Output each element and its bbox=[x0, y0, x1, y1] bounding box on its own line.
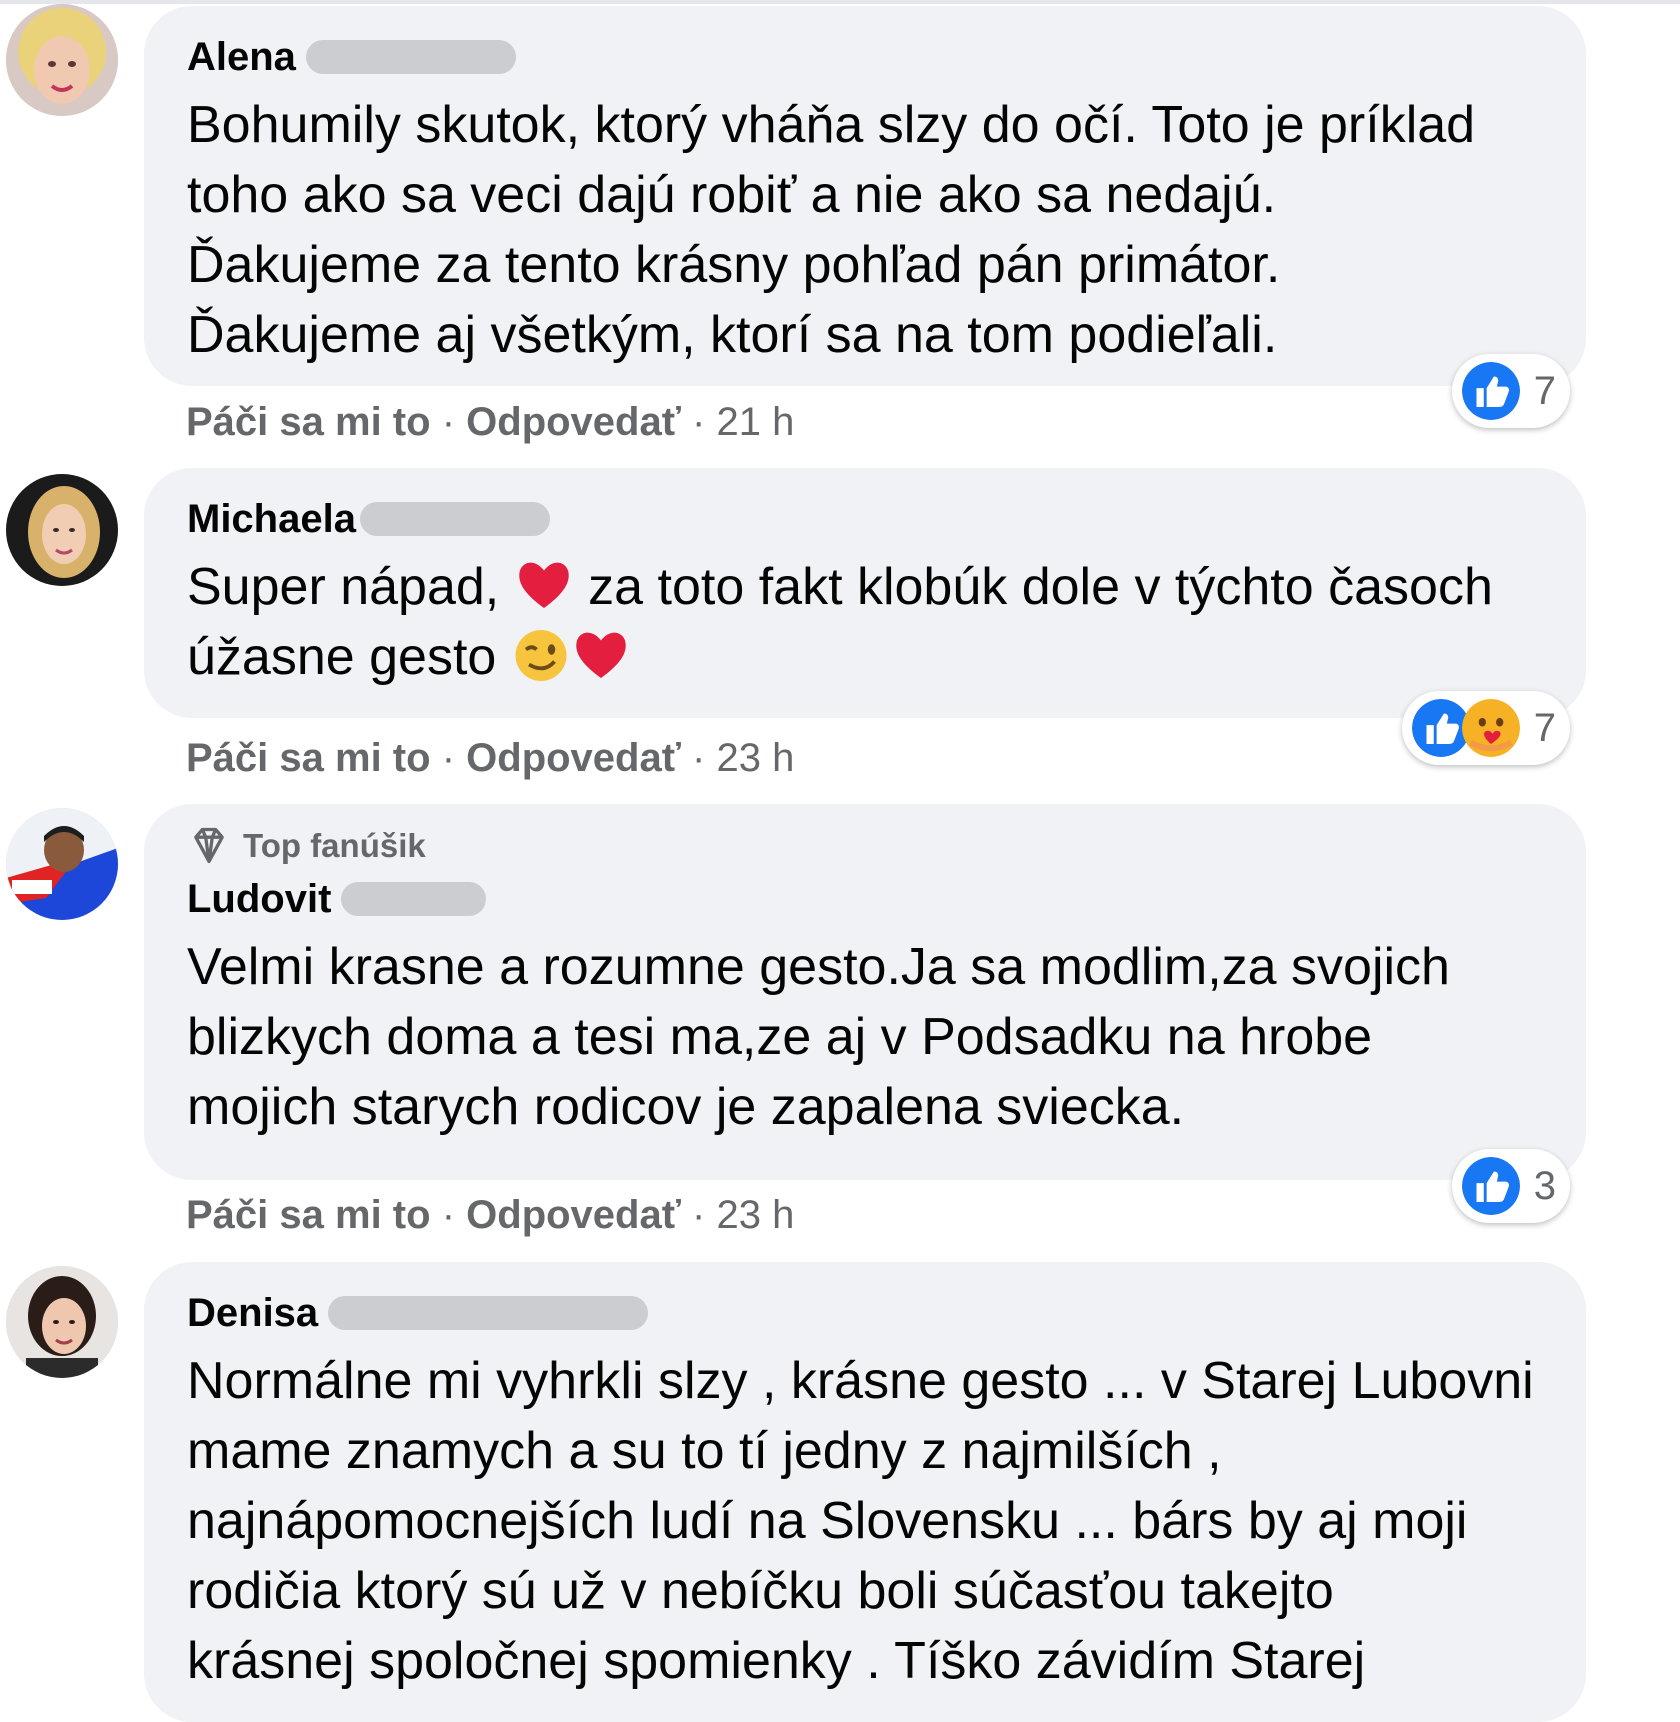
reply-button[interactable]: Odpovedať bbox=[466, 1193, 681, 1237]
avatar[interactable] bbox=[6, 4, 118, 116]
comment-text-part: Super nápad, bbox=[187, 558, 514, 616]
comment-bubble: Michaela Super nápad, za toto fakt klobú… bbox=[144, 468, 1586, 718]
top-divider bbox=[0, 0, 1680, 4]
comment-time[interactable]: 23 h bbox=[716, 736, 794, 780]
separator: · bbox=[441, 1193, 456, 1237]
comment-author[interactable]: Michaela bbox=[187, 497, 356, 542]
comment-time[interactable]: 21 h bbox=[716, 400, 794, 444]
like-icon bbox=[1461, 362, 1520, 420]
comment-bubble: Denisa Normálne mi vyhrkli slzy , krásne… bbox=[144, 1262, 1586, 1722]
reaction-count: 7 bbox=[1533, 368, 1556, 413]
reaction-summary[interactable]: 7 bbox=[1451, 354, 1570, 428]
avatar-photo bbox=[6, 1266, 118, 1378]
red-heart-icon bbox=[571, 624, 631, 684]
care-icon bbox=[1461, 699, 1520, 757]
separator: · bbox=[441, 736, 456, 780]
redacted-surname bbox=[328, 1296, 649, 1330]
reaction-count: 3 bbox=[1533, 1163, 1556, 1208]
reaction-summary[interactable]: 7 bbox=[1401, 691, 1570, 765]
comment-text: Super nápad, za toto fakt klobúk dole v … bbox=[187, 552, 1546, 692]
redacted-surname bbox=[305, 40, 516, 74]
comment-text: Bohumily skutok, ktorý vháňa slzy do očí… bbox=[187, 96, 1476, 364]
separator: · bbox=[692, 400, 706, 444]
comment-author[interactable]: Ludovit bbox=[187, 877, 331, 922]
comment-text: Normálne mi vyhrkli slzy , krásne gesto … bbox=[187, 1352, 1534, 1690]
comment-actions: Páči sa mi to · Odpovedať · 23 h bbox=[186, 736, 794, 781]
redacted-surname bbox=[341, 882, 487, 916]
avatar-photo bbox=[6, 4, 118, 116]
reaction-summary[interactable]: 3 bbox=[1451, 1149, 1570, 1223]
like-button[interactable]: Páči sa mi to bbox=[186, 736, 431, 780]
red-heart-icon bbox=[514, 554, 574, 614]
reply-button[interactable]: Odpovedať bbox=[466, 400, 681, 444]
comment-author[interactable]: Denisa bbox=[187, 1291, 318, 1336]
comment-text: Velmi krasne a rozumne gesto.Ja sa modli… bbox=[187, 938, 1450, 1136]
like-button[interactable]: Páči sa mi to bbox=[186, 1193, 431, 1237]
separator: · bbox=[441, 400, 456, 444]
comment-actions: Páči sa mi to · Odpovedať · 23 h bbox=[186, 1193, 794, 1238]
avatar-photo bbox=[6, 808, 118, 920]
avatar[interactable] bbox=[6, 1266, 118, 1378]
avatar[interactable] bbox=[6, 808, 118, 920]
diamond-icon bbox=[194, 827, 224, 864]
comment-time[interactable]: 23 h bbox=[716, 1193, 794, 1237]
redacted-surname bbox=[359, 502, 550, 536]
like-button[interactable]: Páči sa mi to bbox=[186, 400, 431, 444]
avatar[interactable] bbox=[6, 474, 118, 586]
avatar-photo bbox=[6, 474, 118, 586]
separator: · bbox=[692, 1193, 706, 1237]
reaction-count: 7 bbox=[1533, 705, 1556, 750]
comment-bubble: Top fanúšik Ludovit Velmi krasne a rozum… bbox=[144, 804, 1586, 1180]
comment-bubble: Alena Bohumily skutok, ktorý vháňa slzy … bbox=[144, 6, 1586, 386]
separator: · bbox=[692, 736, 706, 780]
like-icon bbox=[1461, 1157, 1520, 1215]
reply-button[interactable]: Odpovedať bbox=[466, 736, 681, 780]
comment-actions: Páči sa mi to · Odpovedať · 21 h bbox=[186, 400, 794, 445]
winking-face-icon bbox=[511, 624, 571, 684]
top-fan-badge: Top fanúšik bbox=[187, 824, 1546, 868]
badge-label: Top fanúšik bbox=[243, 827, 426, 864]
comment-author[interactable]: Alena bbox=[187, 35, 296, 80]
